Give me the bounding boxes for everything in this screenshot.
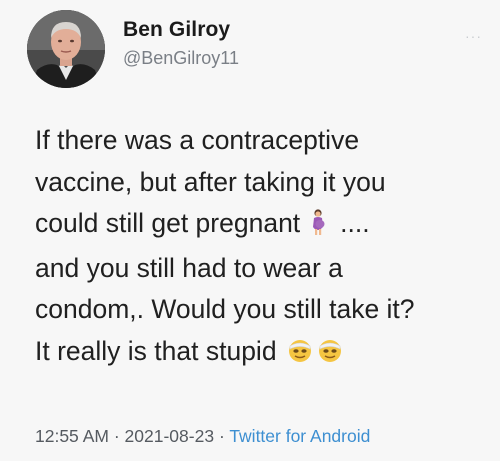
tweet-line-text: could still get pregnant [35, 208, 301, 238]
face-with-head-bandage-emoji-icon [317, 334, 343, 376]
tweet-metadata: 12:55 AM · 2021-08-23 · Twitter for Andr… [35, 426, 370, 447]
tweet-line: condom,. Would you still take it? [35, 294, 415, 324]
tweet-source-link[interactable]: Twitter for Android [229, 426, 370, 446]
ellipsis-text: .... [340, 208, 370, 238]
meta-separator: · [218, 426, 225, 446]
tweet-line: If there was a contraceptive [35, 125, 360, 155]
tweet-card: Ben Gilroy @BenGilroy11 ··· If there was… [0, 0, 500, 461]
tweet-text: If there was a contraceptive vaccine, bu… [35, 120, 485, 375]
tweet-line: vaccine, but after taking it you [35, 166, 386, 197]
author-handle[interactable]: @BenGilroy11 [123, 48, 239, 69]
author-name[interactable]: Ben Gilroy [123, 18, 230, 42]
tweet-line-with-emoji: It really is that stupid [35, 331, 485, 376]
tweet-line-text: It really is that stupid [35, 335, 277, 366]
pregnant-woman-emoji-icon [310, 206, 326, 248]
tweet-line-with-emoji: could still get pregnant .... [35, 203, 485, 248]
face-with-head-bandage-emoji-icon [287, 334, 313, 376]
meta-separator: · [113, 426, 120, 446]
more-options-icon[interactable]: ··· [465, 28, 482, 44]
avatar[interactable] [27, 10, 105, 88]
tweet-time[interactable]: 12:55 AM [35, 426, 109, 446]
tweet-line: and you still had to wear a [35, 252, 343, 283]
tweet-date[interactable]: 2021-08-23 [125, 426, 215, 446]
